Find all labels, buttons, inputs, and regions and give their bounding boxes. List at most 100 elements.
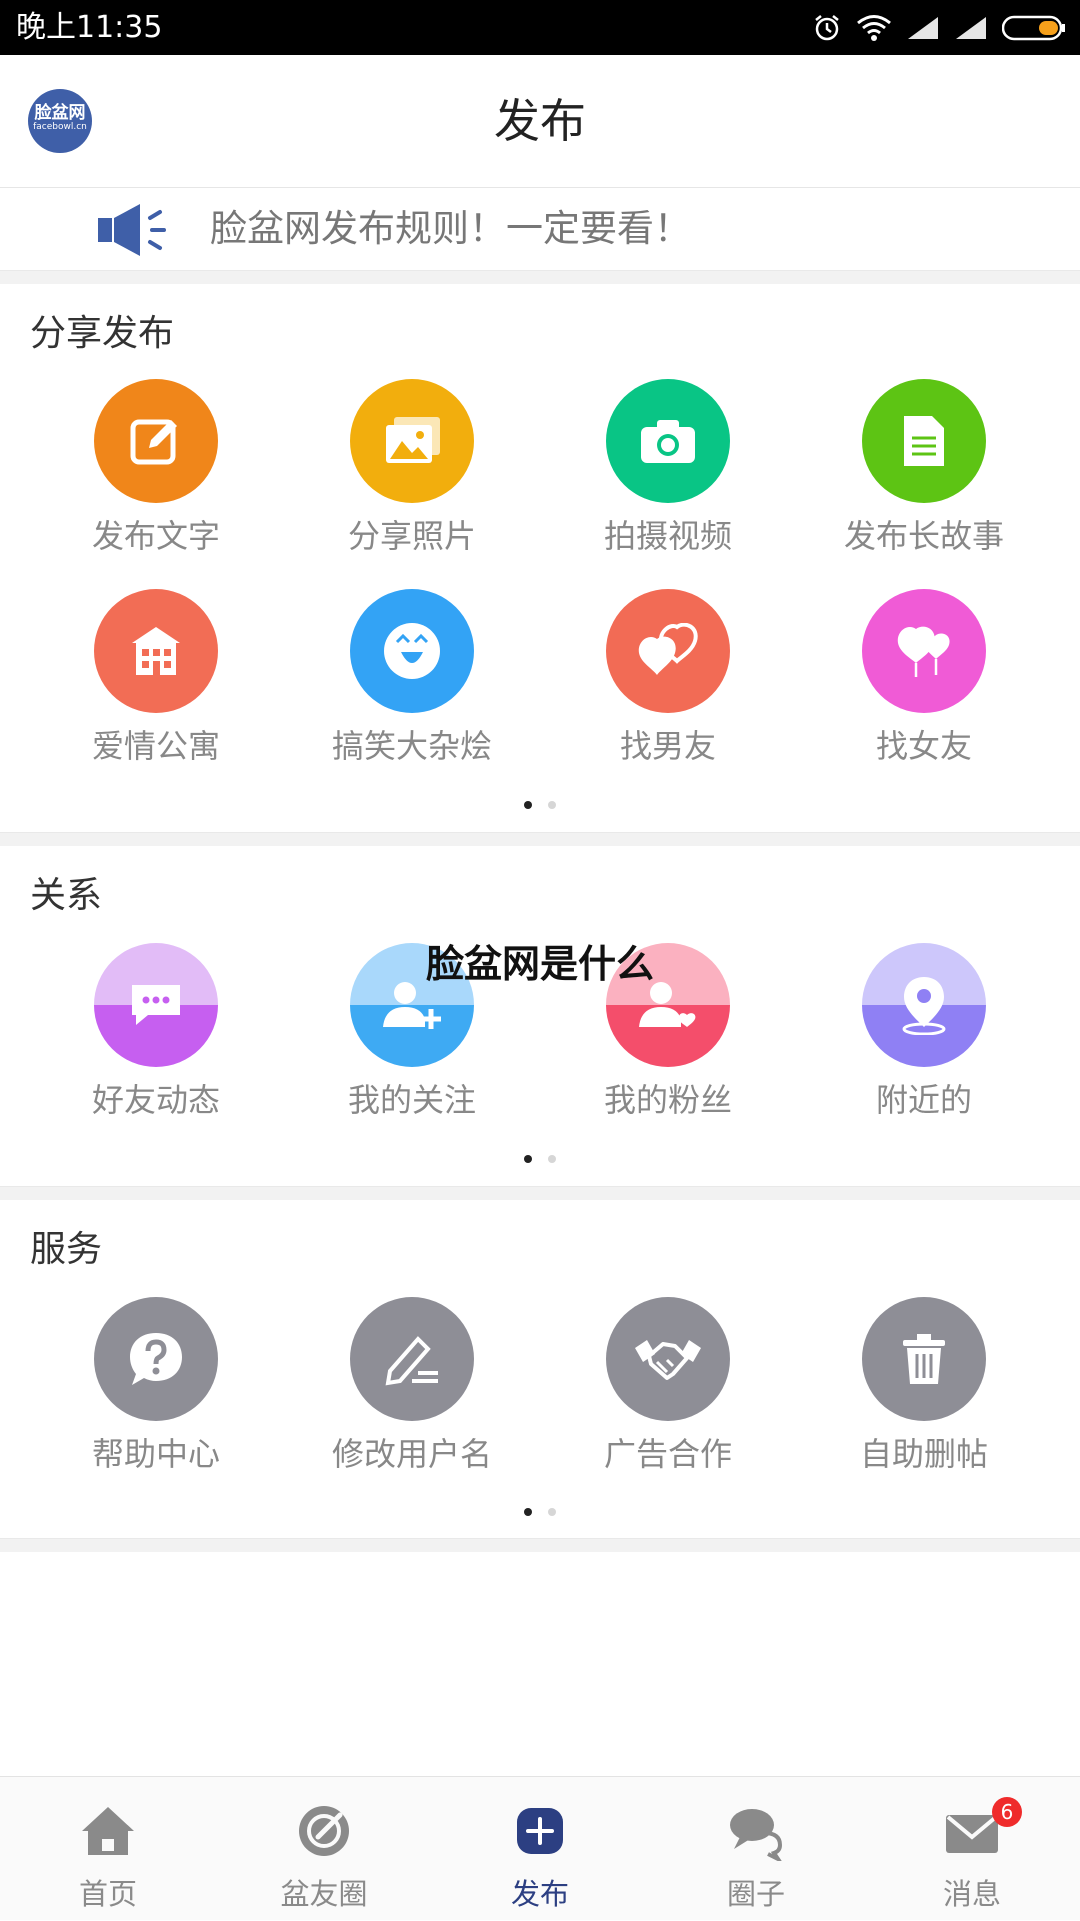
status-icons [812,0,1066,55]
share-circle [606,379,730,503]
discover-icon [299,1806,349,1856]
relation-section: 关系 好友动态 我的关注 我的粉丝 附近的 [0,846,1080,1186]
service-circle [606,1297,730,1421]
item-label: 附近的 [875,1081,972,1119]
item-label: 爱情公寓 [91,727,220,765]
share-circle [606,589,730,713]
page-dot [548,801,556,809]
unread-badge: 6 [992,1797,1022,1827]
page-indicator [0,1148,1080,1163]
nav-label: 盆友圈 [280,1877,368,1911]
share-item-boyfriend[interactable]: 找男友 [540,589,796,767]
item-label: 找女友 [875,727,972,765]
heart-balloons-icon [897,626,950,677]
page-title: 发布 [494,94,586,148]
nav-item-messages[interactable]: 6 消息 [864,1777,1080,1921]
nav-item-publish[interactable]: 发布 [432,1777,648,1921]
item-label: 自助删帖 [859,1435,988,1473]
section-divider [0,1538,1080,1552]
signal-icon [908,16,938,39]
nav-item-circles[interactable]: 圈子 [648,1777,864,1921]
share-item-funny[interactable]: 搞笑大杂烩 [284,589,540,767]
overlay-caption: 脸盆网是什么 [425,942,654,986]
page-dot [548,1508,556,1516]
document-icon [904,416,944,466]
page-dot-active [524,1508,532,1516]
add-circle-icon [517,1808,563,1854]
laugh-face-icon [384,623,440,679]
item-label: 我的关注 [347,1081,476,1119]
share-circle [94,589,218,713]
section-divider [0,270,1080,284]
section-title-service: 服务 [30,1229,103,1270]
bottom-nav: 首页 盆友圈 发布 圈子 6 消息 [0,1776,1080,1920]
nav-item-friends-circle[interactable]: 盆友圈 [216,1777,432,1921]
service-circle [350,1297,474,1421]
item-label: 发布文字 [91,517,220,555]
item-label: 广告合作 [603,1435,732,1473]
service-item-help[interactable]: 帮助中心 [28,1297,284,1475]
service-circle [94,1297,218,1421]
nav-label: 消息 [942,1877,1001,1911]
nav-item-home[interactable]: 首页 [0,1777,216,1921]
notice-bar[interactable]: 脸盆网发布规则！一定要看！ [0,188,1080,270]
item-label: 我的粉丝 [603,1081,732,1119]
hearts-icon [638,623,698,675]
item-label: 找男友 [619,727,716,765]
photo-icon [386,417,440,463]
alarm-icon [815,14,839,40]
service-item-delete-post[interactable]: 自助删帖 [796,1297,1052,1475]
building-icon [132,627,180,675]
section-title-relation: 关系 [30,875,103,916]
service-section: 服务 帮助中心 修改用户名 广告合作 自助删帖 [0,1200,1080,1538]
share-item-story[interactable]: 发布长故事 [796,379,1052,557]
page-dot-active [524,1155,532,1163]
item-label: 分享照片 [347,517,476,555]
share-circle [350,379,474,503]
item-label: 搞笑大杂烩 [331,727,492,765]
header: 脸盆网 facebowl.cn 发布 [0,55,1080,188]
pen-icon [385,1336,438,1386]
trash-icon [903,1334,945,1384]
wifi-icon [857,14,891,41]
nav-label: 首页 [78,1877,137,1911]
home-icon [82,1807,134,1855]
edit-icon [130,419,177,465]
battery-icon [1002,15,1065,40]
page-dot [548,1155,556,1163]
handshake-icon [635,1340,701,1380]
status-bar: 晚上11:35 [0,0,1080,55]
item-label: 修改用户名 [331,1435,492,1473]
share-section: 分享发布 发布文字 分享照片 拍摄视频 发布长故事 爱情公寓 搞笑大杂烩 找男友… [0,284,1080,832]
share-circle [862,589,986,713]
service-circle [862,1297,986,1421]
share-item-girlfriend[interactable]: 找女友 [796,589,1052,767]
service-item-ad-cooperation[interactable]: 广告合作 [540,1297,796,1475]
camera-icon [641,420,695,463]
section-title-share: 分享发布 [30,313,175,354]
item-label: 帮助中心 [91,1435,220,1473]
share-item-text[interactable]: 发布文字 [28,379,284,557]
item-label: 发布长故事 [843,517,1004,555]
share-item-photo[interactable]: 分享照片 [284,379,540,557]
page-indicator [0,794,1080,809]
share-circle [862,379,986,503]
status-time: 晚上11:35 [16,10,163,45]
nav-label: 圈子 [726,1877,785,1911]
help-icon [130,1333,182,1385]
chat-bubble-icon [132,985,180,1025]
megaphone-icon [98,204,166,256]
item-label: 好友动态 [91,1081,220,1119]
service-item-rename[interactable]: 修改用户名 [284,1297,540,1475]
notice-text: 脸盆网发布规则！一定要看！ [210,207,691,250]
page-indicator [0,1501,1080,1516]
section-divider [0,1186,1080,1200]
section-divider [0,832,1080,846]
signal-icon-2 [956,16,986,39]
share-item-apartment[interactable]: 爱情公寓 [28,589,284,767]
item-label: 拍摄视频 [603,517,732,555]
share-circle [94,379,218,503]
share-circle [350,589,474,713]
share-item-video[interactable]: 拍摄视频 [540,379,796,557]
chat-icon [730,1809,783,1861]
